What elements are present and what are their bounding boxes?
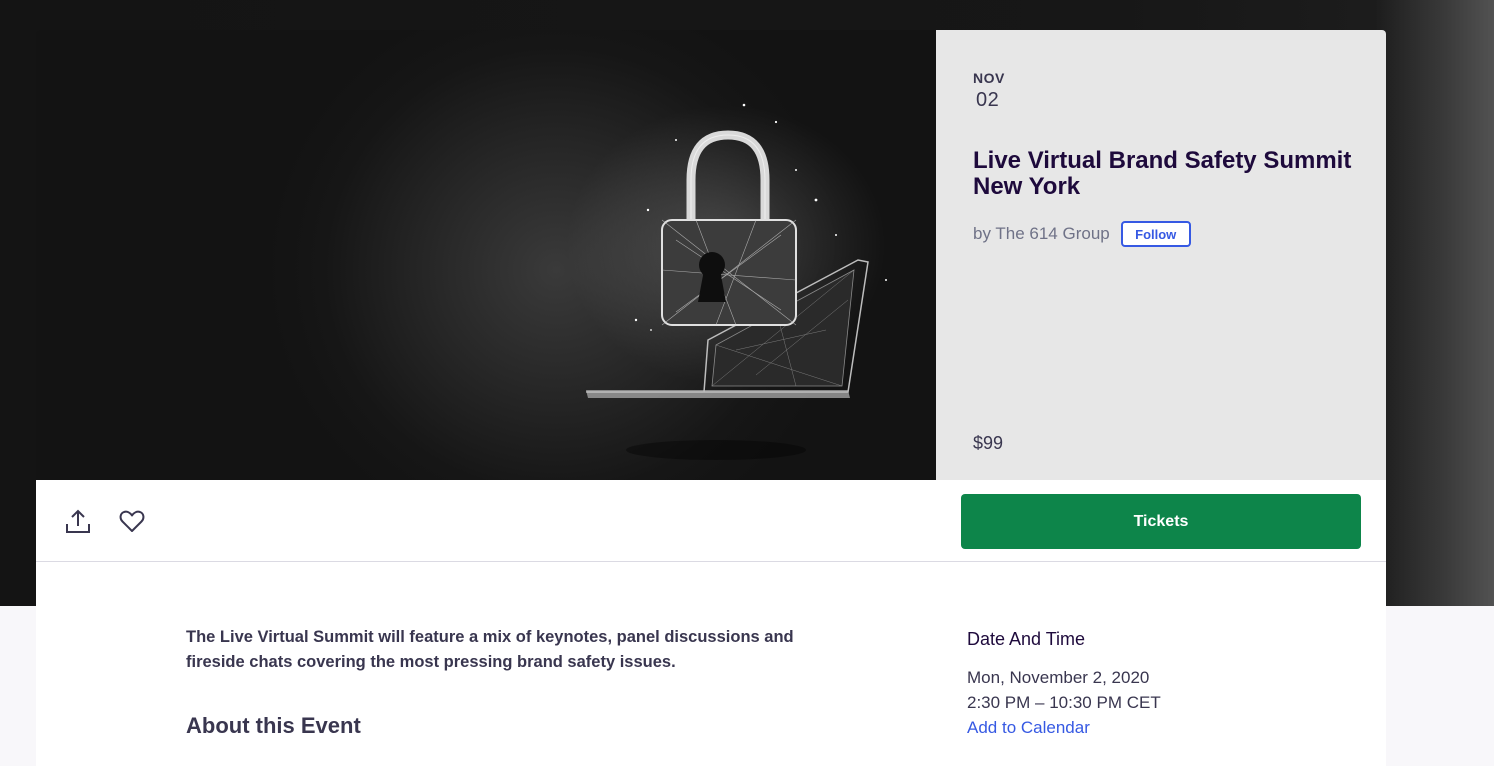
share-upload-icon — [66, 509, 90, 533]
event-date: Mon, November 2, 2020 — [967, 668, 1150, 687]
event-month: NOV — [973, 70, 1005, 86]
organizer-name: by The 614 Group — [973, 224, 1110, 243]
date-time-heading: Date And Time — [967, 629, 1086, 649]
organizer-row: by The 614 Group Follow — [973, 221, 1191, 247]
event-card: NOV 02 Live Virtual Brand Safety Summit … — [36, 30, 1386, 766]
action-bar: Tickets — [36, 480, 1386, 562]
hero-background-edge — [1374, 0, 1494, 606]
event-time: 2:30 PM – 10:30 PM CET — [967, 693, 1161, 712]
tickets-button[interactable]: Tickets — [961, 494, 1361, 549]
heart-icon — [119, 510, 145, 532]
event-price: $99 — [973, 433, 1004, 453]
event-details-section: The Live Virtual Summit will feature a m… — [36, 562, 1386, 766]
event-summary: The Live Virtual Summit will feature a m… — [186, 628, 794, 671]
padlock-laptop-illustration — [566, 103, 887, 460]
like-button[interactable] — [115, 504, 149, 538]
about-heading: About this Event — [186, 713, 361, 738]
event-title: Live Virtual Brand Safety Summit New Yor… — [973, 147, 1352, 200]
share-button[interactable] — [61, 504, 95, 538]
event-hero-image — [36, 30, 936, 480]
event-day: 02 — [976, 89, 1000, 111]
event-info-panel: NOV 02 Live Virtual Brand Safety Summit … — [936, 30, 1386, 480]
add-to-calendar-link[interactable]: Add to Calendar — [967, 718, 1090, 738]
follow-button[interactable]: Follow — [1120, 221, 1191, 247]
